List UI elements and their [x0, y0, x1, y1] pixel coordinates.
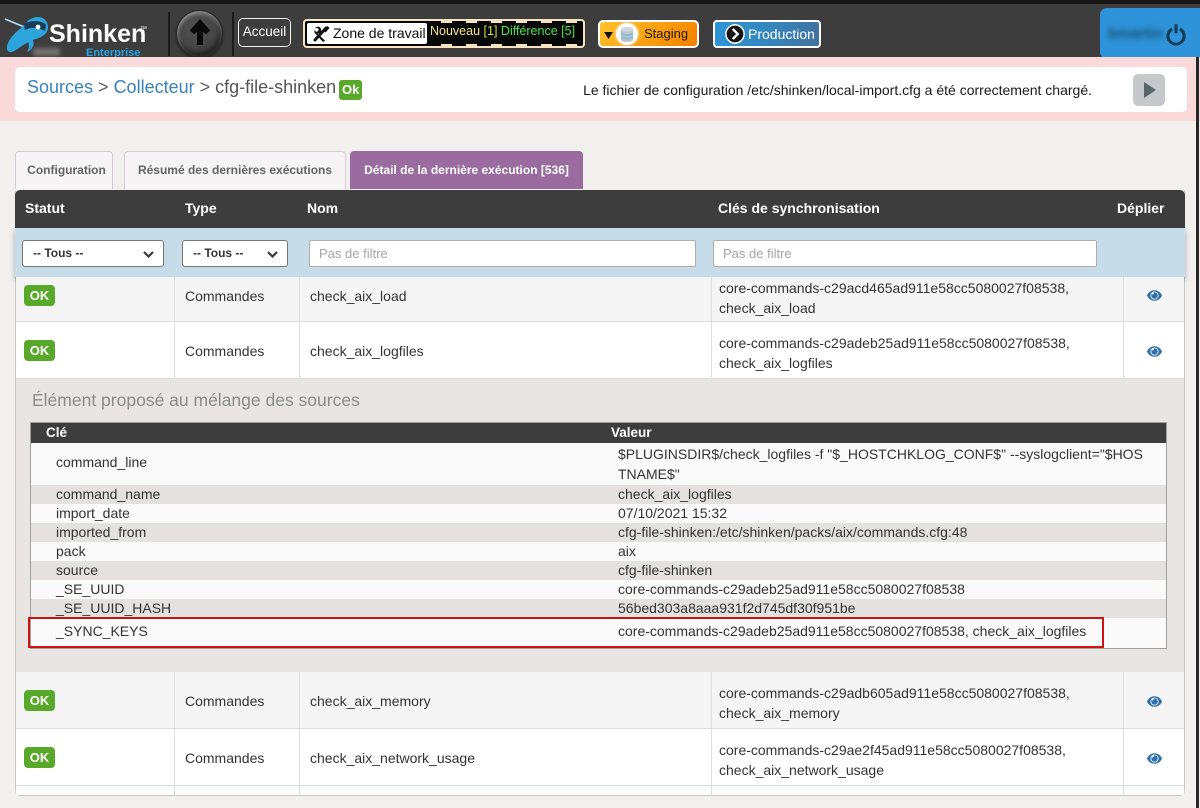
svg-text:Shinken: Shinken [49, 20, 146, 48]
svg-text:™: ™ [140, 26, 147, 33]
